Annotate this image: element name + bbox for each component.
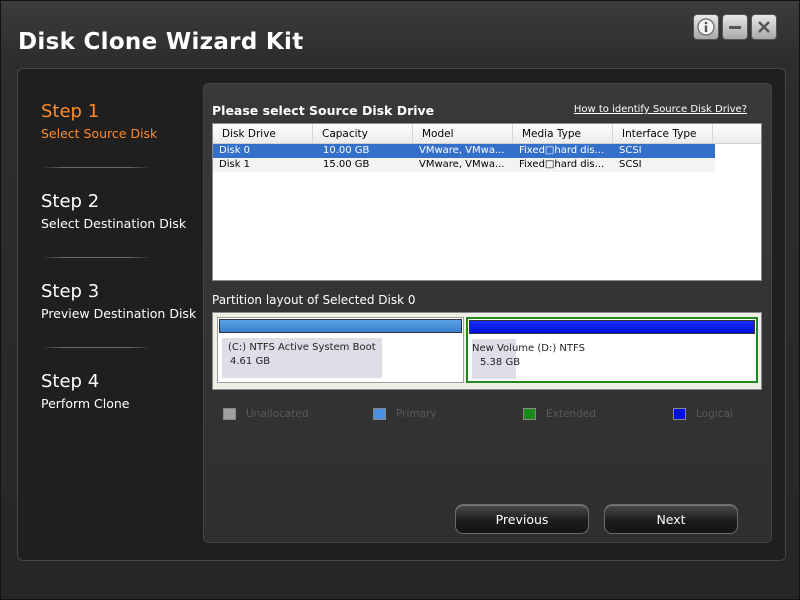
minimize-button[interactable] (722, 14, 748, 40)
legend-swatch (673, 408, 686, 420)
step-2: Step 2 Select Destination Disk (41, 191, 201, 231)
step-1: Step 1 Select Source Disk (41, 101, 201, 141)
previous-button[interactable]: Previous (455, 504, 589, 534)
cell-media: Fixed□hard dis... (519, 159, 605, 170)
partition-label: New Volume (D:) NTFS (472, 343, 585, 354)
cell-capacity: 10.00 GB (323, 145, 370, 156)
step-3-title: Step 3 (41, 281, 100, 302)
partition-bar-primary (219, 319, 462, 333)
next-button[interactable]: Next (604, 504, 738, 534)
column-header-capacity[interactable]: Capacity (313, 124, 413, 143)
cell-model: VMware, VMwa... (419, 159, 505, 170)
step-separator (41, 347, 151, 348)
legend-logical: Logical (673, 408, 733, 420)
legend-primary: Primary (373, 408, 437, 420)
column-header-media-type[interactable]: Media Type (513, 124, 613, 143)
partition-c[interactable]: (C:) NTFS Active System Boot 4.61 GB (217, 317, 464, 383)
step-2-subtitle: Select Destination Disk (41, 216, 187, 231)
legend-label: Extended (546, 408, 596, 420)
cell-disk: Disk 0 (219, 145, 251, 156)
app-title: Disk Clone Wizard Kit (18, 29, 304, 55)
partition-size: 5.38 GB (480, 357, 521, 368)
cell-interface: SCSI (619, 145, 642, 156)
legend-label: Unallocated (246, 408, 309, 420)
step-4: Step 4 Perform Clone (41, 371, 201, 411)
partition-d[interactable]: New Volume (D:) NTFS 5.38 GB (466, 317, 758, 383)
help-link[interactable]: How to identify Source Disk Drive? (574, 104, 747, 115)
partition-layout: (C:) NTFS Active System Boot 4.61 GB New… (212, 312, 762, 390)
legend-label: Logical (696, 408, 733, 420)
disk-list[interactable]: Disk Drive Capacity Model Media Type Int… (212, 123, 762, 281)
close-icon (758, 21, 770, 33)
close-button[interactable] (751, 14, 777, 40)
app-window: Disk Clone Wizard Kit Step 1 Select Sour… (0, 0, 800, 600)
minimize-icon (729, 26, 741, 29)
partition-bar-logical (469, 320, 755, 334)
source-title: Please select Source Disk Drive (212, 103, 435, 118)
step-separator (41, 257, 151, 258)
column-header-model[interactable]: Model (413, 124, 513, 143)
legend-extended: Extended (523, 408, 596, 420)
legend-swatch (523, 408, 536, 420)
cell-media: Fixed□hard dis... (519, 145, 605, 156)
legend-unallocated: Unallocated (223, 408, 308, 420)
step-1-title: Step 1 (41, 101, 100, 122)
info-button[interactable] (693, 14, 719, 40)
legend-swatch (373, 408, 386, 420)
column-header-interface-type[interactable]: Interface Type (613, 124, 713, 143)
legend-label: Primary (396, 408, 437, 420)
step-3-subtitle: Preview Destination Disk (41, 306, 197, 321)
list-header: Disk Drive Capacity Model Media Type Int… (213, 124, 761, 144)
cell-disk: Disk 1 (219, 159, 251, 170)
partition-size: 4.61 GB (230, 356, 271, 367)
cell-model: VMware, VMwa... (419, 145, 505, 156)
step-4-subtitle: Perform Clone (41, 396, 130, 411)
column-header-disk-drive[interactable]: Disk Drive (213, 124, 313, 143)
partition-title: Partition layout of Selected Disk 0 (212, 293, 416, 307)
table-row[interactable]: Disk 1 15.00 GB VMware, VMwa... Fixed□ha… (213, 158, 715, 172)
step-separator (41, 167, 151, 168)
step-2-title: Step 2 (41, 191, 100, 212)
table-row[interactable]: Disk 0 10.00 GB VMware, VMwa... Fixed□ha… (213, 144, 715, 158)
cell-interface: SCSI (619, 159, 642, 170)
legend-swatch (223, 408, 236, 420)
cell-capacity: 15.00 GB (323, 159, 370, 170)
step-4-title: Step 4 (41, 371, 100, 392)
info-icon (697, 18, 715, 36)
step-3: Step 3 Preview Destination Disk (41, 281, 201, 321)
step-1-subtitle: Select Source Disk (41, 126, 158, 141)
partition-label: (C:) NTFS Active System Boot (228, 342, 376, 353)
